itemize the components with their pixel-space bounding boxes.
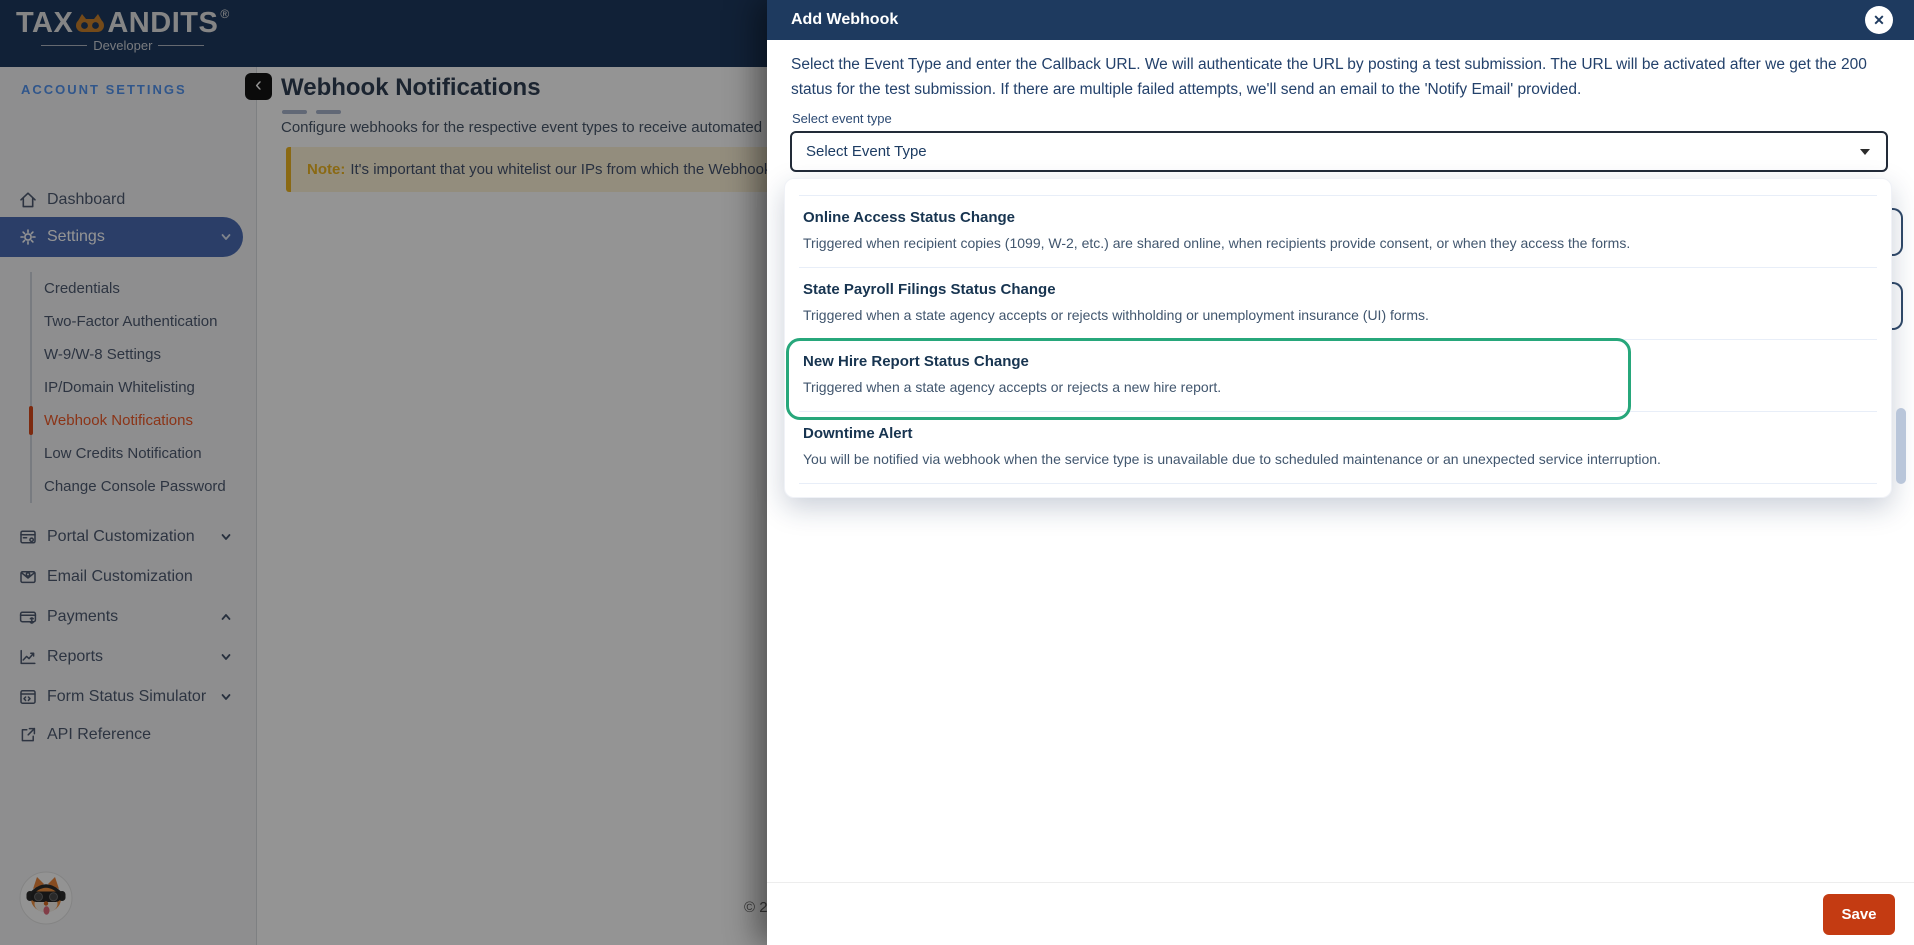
option-title: State Payroll Filings Status Change [803, 281, 1056, 298]
option-title: Online Access Status Change [803, 209, 1016, 226]
event-type-dropdown-panel: Online Access Status Change Triggered wh… [784, 178, 1892, 498]
option-downtime-alert[interactable]: Downtime Alert You will be notified via … [799, 412, 1877, 484]
option-new-hire-report-status-change[interactable]: New Hire Report Status Change Triggered … [786, 338, 1877, 420]
scrollbar-thumb[interactable] [1896, 408, 1906, 484]
modal-title: Add Webhook [791, 11, 899, 28]
modal-description: Select the Event Type and enter the Call… [791, 56, 1867, 98]
option-description: Triggered when recipient copies (1099, W… [803, 235, 1631, 251]
app-window: TAX ANDITS ® Developer ACCOUNT SETTINGS [0, 0, 1914, 945]
save-button[interactable]: Save [1823, 894, 1895, 935]
add-webhook-modal: Add Webhook ✕ Select the Event Type and … [767, 0, 1914, 945]
dropdown-caret-icon [1860, 149, 1870, 155]
modal-header: Add Webhook ✕ [767, 0, 1914, 40]
close-icon[interactable]: ✕ [1865, 6, 1893, 34]
modal-backdrop [0, 0, 768, 945]
option-online-access-status-change[interactable]: Online Access Status Change Triggered wh… [799, 196, 1877, 268]
option-state-payroll-filings-status-change[interactable]: State Payroll Filings Status Change Trig… [799, 268, 1877, 340]
modal-footer: Save [767, 882, 1914, 945]
option-title: Downtime Alert [803, 425, 913, 442]
option-description: You will be notified via webhook when th… [803, 451, 1661, 467]
select-event-type-label: Select event type [792, 111, 892, 126]
event-type-select[interactable]: Select Event Type [790, 131, 1888, 172]
option-description: Triggered when a state agency accepts or… [803, 379, 1222, 395]
select-value: Select Event Type [806, 143, 927, 160]
option-description: Triggered when a state agency accepts or… [803, 307, 1429, 323]
option-title: New Hire Report Status Change [803, 353, 1029, 370]
